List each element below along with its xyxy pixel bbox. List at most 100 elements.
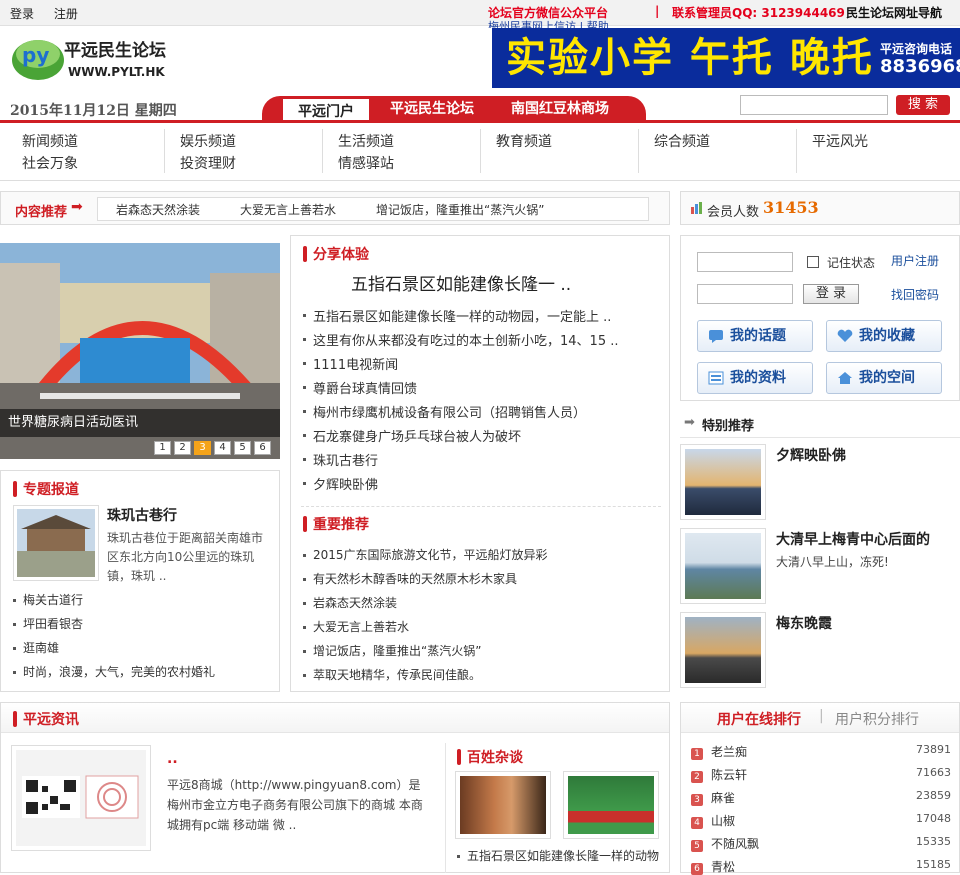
important-item[interactable]: 萃取天地精华，传承民间佳酿。 — [302, 666, 481, 683]
important-item[interactable]: 大爱无言上善若水 — [302, 618, 409, 635]
special-thumbnail[interactable] — [680, 612, 766, 688]
ad-banner[interactable]: 实验小学 午托 晚托 平远咨询电话 8836968 — [492, 28, 960, 88]
ranking-row[interactable]: 3 麻雀 23859 — [691, 789, 951, 806]
tab-mall[interactable]: 南国红豆林商场 — [494, 96, 626, 122]
baixing-title: 百姓杂谈 — [457, 747, 523, 767]
topic-headline[interactable]: 珠玑古巷行 — [107, 505, 177, 525]
register-link[interactable]: 注册 — [54, 7, 78, 21]
channel-divider — [164, 129, 165, 173]
recommend-item[interactable]: 增记饭店，隆重推出“蒸汽火锅” — [376, 201, 544, 218]
share-title: 分享体验 — [303, 244, 369, 264]
share-item[interactable]: 石龙寨健身广场乒乓球台被人为破坏 — [302, 426, 521, 445]
share-divider — [301, 506, 661, 507]
slide-page-button[interactable]: 3 — [194, 441, 211, 455]
ranking-row[interactable]: 2 陈云轩 71663 — [691, 766, 951, 783]
wechat-link[interactable]: 论坛官方微信公众平台 — [488, 4, 608, 21]
slide-page-button[interactable]: 5 — [234, 441, 251, 455]
search-button[interactable]: 搜 索 — [896, 95, 950, 115]
share-item[interactable]: 五指石景区如能建像长隆一样的动物园，一定能上 .. — [302, 306, 611, 325]
slide-page-button[interactable]: 2 — [174, 441, 191, 455]
channel-news[interactable]: 新闻频道 — [22, 131, 78, 151]
ranking-row[interactable]: 4 山椒 17048 — [691, 812, 951, 829]
baixing-thumbnail[interactable] — [455, 771, 551, 839]
channel-entertainment[interactable]: 娱乐频道 — [180, 131, 236, 151]
my-topics-button[interactable]: 我的话题 — [697, 320, 813, 352]
tab-online-ranking[interactable]: 用户在线排行 — [717, 709, 801, 729]
my-profile-button[interactable]: 我的资料 — [697, 362, 813, 394]
my-topics-label: 我的话题 — [730, 328, 786, 344]
baixing-item[interactable]: 五指石景区如能建像长隆一样的动物 — [456, 847, 659, 864]
share-item[interactable]: 梅州市绿鹰机械设备有限公司（招聘销售人员） — [302, 402, 586, 421]
channel-general[interactable]: 综合频道 — [654, 131, 710, 151]
ranking-row[interactable]: 1 老兰痴 73891 — [691, 743, 951, 760]
rank-user[interactable]: 青松 — [711, 860, 735, 874]
topic-item[interactable]: 梅关古道行 — [12, 591, 83, 608]
channel-society[interactable]: 社会万象 — [22, 153, 78, 173]
topic-item[interactable]: 坪田看银杏 — [12, 615, 83, 632]
slide-page-button[interactable]: 1 — [154, 441, 171, 455]
rank-user[interactable]: 麻雀 — [711, 791, 735, 805]
remember-checkbox[interactable] — [807, 256, 819, 268]
rank-user[interactable]: 老兰痴 — [711, 745, 747, 759]
my-favorites-button[interactable]: 我的收藏 — [826, 320, 942, 352]
news-thumbnail[interactable] — [11, 745, 151, 851]
site-nav-link[interactable]: 民生论坛网址导航 — [846, 4, 942, 21]
register-link[interactable]: 用户注册 — [891, 252, 939, 269]
rank-user[interactable]: 陈云轩 — [711, 768, 747, 782]
topic-item[interactable]: 时尚，浪漫，大气，完美的农村婚礼 — [12, 663, 215, 680]
special-thumbnail[interactable] — [680, 444, 766, 520]
site-logo[interactable]: py 平远民生论坛 WWW.PYLT.HK — [8, 34, 178, 86]
my-space-label: 我的空间 — [859, 370, 915, 386]
recommend-bar: 内容推荐 ➡ 岩森态天然涂装 大爱无言上善若水 增记饭店，隆重推出“蒸汽火锅” — [0, 191, 670, 225]
tab-corner-left — [262, 96, 282, 122]
baixing-thumbnail[interactable] — [563, 771, 659, 839]
special-item-title[interactable]: 梅东晚霞 — [776, 613, 832, 633]
username-input[interactable] — [697, 252, 793, 272]
login-link[interactable]: 登录 — [10, 7, 34, 21]
rank-user[interactable]: 山椒 — [711, 814, 735, 828]
topic-thumbnail[interactable] — [13, 505, 99, 581]
logo-mark-text: py — [22, 43, 49, 67]
tab-forum[interactable]: 平远民生论坛 — [370, 96, 494, 122]
password-input[interactable] — [697, 284, 793, 304]
channel-finance[interactable]: 投资理财 — [180, 153, 236, 173]
qq-contact[interactable]: 联系管理员QQ: 3123944469 — [672, 4, 845, 21]
channel-emotion[interactable]: 情感驿站 — [338, 153, 394, 173]
special-item-title[interactable]: 大清早上梅青中心后面的 — [776, 529, 930, 549]
ranking-row[interactable]: 5 不随风飘 15335 — [691, 835, 951, 852]
share-item[interactable]: 1111电视新闻 — [302, 354, 398, 373]
recommend-item[interactable]: 岩森态天然涂装 — [116, 201, 200, 218]
my-space-button[interactable]: 我的空间 — [826, 362, 942, 394]
special-item-title[interactable]: 夕辉映卧佛 — [776, 445, 846, 465]
slide-page-button[interactable]: 6 — [254, 441, 271, 455]
rank-user[interactable]: 不随风飘 — [711, 837, 759, 851]
recommend-item[interactable]: 大爱无言上善若水 — [240, 201, 336, 218]
important-item[interactable]: 2015广东国际旅游文化节，平远船灯放异彩 — [303, 546, 548, 563]
login-button[interactable]: 登 录 — [803, 284, 859, 304]
news-headline[interactable]: .. — [167, 751, 178, 767]
important-item[interactable]: 增记饭店，隆重推出“蒸汽火锅” — [302, 642, 481, 659]
sub-links[interactable]: 梅州民事网上信访 | 帮助 — [488, 20, 609, 28]
slideshow[interactable]: 世界糖尿病日活动医讯 123456 — [0, 243, 280, 459]
topic-item[interactable]: 逛南雄 — [12, 639, 59, 656]
ranking-row[interactable]: 6 青松 15185 — [691, 858, 951, 875]
recover-password-link[interactable]: 找回密码 — [891, 286, 939, 303]
share-item[interactable]: 尊爵台球真情回馈 — [302, 378, 417, 397]
slide-page-button[interactable]: 4 — [214, 441, 231, 455]
important-item[interactable]: 岩森态天然涂装 — [302, 594, 397, 611]
profile-icon — [708, 371, 724, 385]
share-item[interactable]: 这里有你从来都没有吃过的本土创新小吃，14、15 .. — [302, 330, 618, 349]
recommend-ticker: 岩森态天然涂装 大爱无言上善若水 增记饭店，隆重推出“蒸汽火锅” — [97, 197, 649, 221]
important-item[interactable]: 有天然杉木醇香味的天然原木杉木家具 — [302, 570, 517, 587]
search-input[interactable] — [740, 95, 888, 115]
share-item[interactable]: 珠玑古巷行 — [302, 450, 378, 469]
tab-portal[interactable]: 平远门户 — [282, 96, 370, 122]
channel-scenery[interactable]: 平远风光 — [812, 131, 868, 151]
special-thumbnail[interactable] — [680, 528, 766, 604]
tab-points-ranking[interactable]: 用户积分排行 — [835, 709, 919, 729]
channel-education[interactable]: 教育频道 — [496, 131, 552, 151]
news-panel: 平远资讯 .. 平远8商城（http://www.pingyuan8.com）是… — [0, 702, 670, 873]
share-item[interactable]: 夕辉映卧佛 — [302, 474, 378, 493]
channel-life[interactable]: 生活频道 — [338, 131, 394, 151]
share-headline[interactable]: 五指石景区如能建像长隆一 .. — [351, 270, 571, 295]
